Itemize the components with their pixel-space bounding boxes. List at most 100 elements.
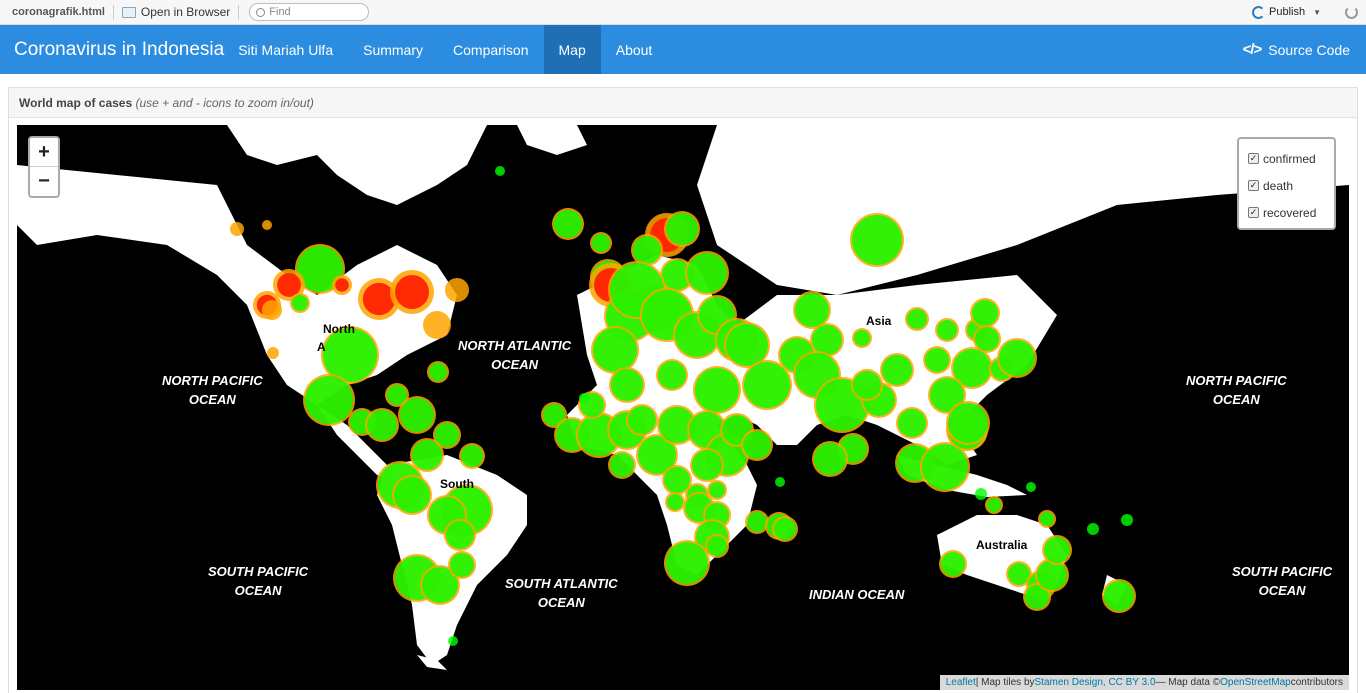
recovered-marker [611, 369, 643, 401]
recovered-marker [774, 518, 796, 540]
recovered-marker [292, 295, 308, 311]
refresh-icon[interactable] [1345, 5, 1358, 19]
attribution-text: — Map data © [1155, 677, 1221, 688]
layer-label: death [1263, 178, 1294, 193]
toolbar-divider [112, 4, 114, 20]
recovered-marker [854, 330, 870, 346]
publish-icon [1252, 5, 1265, 19]
recovered-marker [795, 293, 829, 327]
recovered-marker [1121, 514, 1133, 526]
world-map[interactable]: NORTH PACIFIC OCEAN NORTH ATLANTIC OCEAN… [17, 125, 1349, 690]
attribution-text: | Map tiles by [975, 677, 1035, 688]
recovered-marker [666, 213, 698, 245]
code-icon: </> [1242, 41, 1263, 58]
recovered-marker [775, 477, 785, 487]
layer-label: recovered [1263, 205, 1317, 220]
open-in-browser-button[interactable]: Open in Browser [121, 5, 230, 19]
nav-author[interactable]: Siti Mariah Ulfa [238, 25, 348, 74]
recovered-marker [429, 363, 447, 381]
recovered-marker [707, 536, 727, 556]
recovered-marker [975, 488, 987, 500]
recovered-marker [925, 348, 949, 372]
recovered-marker [495, 166, 505, 176]
recovered-marker [461, 445, 483, 467]
recovered-marker [744, 362, 790, 408]
nav-map[interactable]: Map [543, 25, 601, 74]
recovered-marker [972, 300, 998, 326]
recovered-marker [1040, 512, 1054, 526]
recovered-marker [400, 398, 434, 432]
recovered-marker [743, 431, 771, 459]
checkbox-checked[interactable]: ✓ [1248, 180, 1259, 191]
find-placeholder: Find [269, 6, 291, 18]
recovered-marker [687, 253, 727, 293]
recovered-marker [1037, 560, 1067, 590]
layer-toggle-confirmed[interactable]: ✓ confirmed [1248, 145, 1334, 172]
checkbox-checked[interactable]: ✓ [1248, 207, 1259, 218]
recovered-marker [664, 467, 690, 493]
recovered-marker [610, 453, 634, 477]
recovered-marker [394, 477, 430, 513]
recovered-marker [658, 361, 686, 389]
recovered-marker [1087, 523, 1099, 535]
death-marker [362, 282, 396, 316]
leaflet-link[interactable]: Leaflet [946, 677, 976, 688]
death-marker [277, 273, 301, 297]
recovered-marker [853, 371, 881, 399]
continent-label-australia: Australia [976, 538, 1028, 552]
stamen-link[interactable]: Stamen Design, CC BY 3.0 [1035, 677, 1156, 688]
ocean-label-north-pacific-left: NORTH PACIFIC OCEAN [162, 373, 263, 407]
nav-about[interactable]: About [601, 25, 668, 74]
continent-label-asia: Asia [866, 314, 892, 328]
recovered-marker [898, 409, 926, 437]
confirmed-marker [230, 222, 244, 236]
app-brand[interactable]: Coronavirus in Indonesia [0, 39, 224, 61]
osm-link[interactable]: OpenStreetMap [1220, 677, 1291, 688]
recovered-marker [323, 328, 377, 382]
confirmed-marker [423, 311, 451, 339]
layer-toggle-death[interactable]: ✓ death [1248, 172, 1334, 199]
source-code-link[interactable]: </> Source Code [1243, 41, 1366, 58]
recovered-marker [1026, 482, 1036, 492]
ocean-label-north-pacific-right: NORTH PACIFIC OCEAN [1186, 373, 1287, 407]
continent-label-north-a: A [317, 340, 326, 354]
nav-comparison[interactable]: Comparison [438, 25, 543, 74]
recovered-marker [812, 325, 842, 355]
ocean-label-south-pacific-right: SOUTH PACIFIC OCEAN [1232, 564, 1333, 598]
layer-toggle-recovered[interactable]: ✓ recovered [1248, 199, 1334, 226]
chevron-down-icon[interactable]: ▼ [1313, 8, 1321, 17]
recovered-marker [448, 636, 458, 646]
zoom-out-button[interactable]: − [30, 167, 58, 196]
recovered-marker [907, 309, 927, 329]
zoom-in-button[interactable]: + [30, 138, 58, 167]
recovered-marker [937, 320, 957, 340]
recovered-marker [941, 552, 965, 576]
attribution-text: contributors [1290, 677, 1343, 688]
recovered-marker [592, 234, 610, 252]
recovered-marker [695, 368, 739, 412]
recovered-marker [446, 521, 474, 549]
ocean-label-south-atlantic: SOUTH ATLANTIC OCEAN [505, 576, 618, 610]
recovered-marker [987, 498, 1001, 512]
ocean-label-south-pacific-left: SOUTH PACIFIC OCEAN [208, 564, 309, 598]
nav-summary[interactable]: Summary [348, 25, 438, 74]
continent-label-south: South [440, 477, 474, 491]
recovered-marker [450, 553, 474, 577]
recovered-marker [305, 376, 353, 424]
recovered-marker [726, 324, 768, 366]
checkbox-checked[interactable]: ✓ [1248, 153, 1259, 164]
recovered-marker [814, 443, 846, 475]
map-panel: World map of cases (use + and - icons to… [8, 87, 1358, 693]
search-icon [256, 7, 266, 17]
publish-button[interactable]: Publish ▼ [1252, 5, 1321, 19]
toolbar-divider [238, 4, 240, 20]
continent-label-right-a: A [1341, 340, 1349, 354]
browser-window-icon [121, 6, 136, 18]
ocean-label-indian: INDIAN OCEAN [809, 587, 905, 602]
recovered-marker [852, 215, 902, 265]
recovered-marker [1044, 537, 1070, 563]
find-input[interactable]: Find [249, 3, 370, 21]
recovered-marker [999, 340, 1035, 376]
confirmed-marker [262, 220, 272, 230]
recovered-marker [412, 440, 442, 470]
